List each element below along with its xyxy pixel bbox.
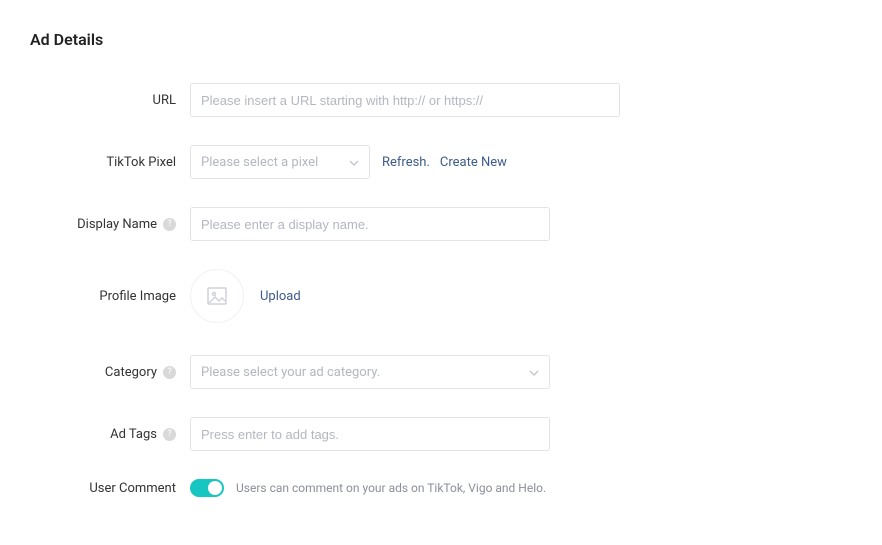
pixel-label: TikTok Pixel (30, 155, 190, 170)
user-comment-label: User Comment (30, 481, 190, 496)
ad-tags-row: Ad Tags ? (30, 417, 852, 451)
image-icon (205, 284, 229, 308)
display-name-label: Display Name (77, 217, 157, 232)
user-comment-row: User Comment Users can comment on your a… (30, 479, 852, 497)
profile-image-row: Profile Image Upload (30, 269, 852, 323)
refresh-link[interactable]: Refresh. (382, 155, 430, 170)
chevron-down-icon (529, 367, 539, 377)
ad-tags-label: Ad Tags (110, 427, 157, 442)
url-label: URL (30, 93, 190, 108)
ad-tags-input[interactable] (190, 417, 550, 451)
toggle-knob (208, 481, 222, 495)
chevron-down-icon (349, 157, 359, 167)
pixel-select[interactable]: Please select a pixel (190, 145, 370, 179)
url-row: URL (30, 83, 852, 117)
category-placeholder: Please select your ad category. (201, 365, 380, 380)
help-icon: ? (163, 428, 176, 441)
category-label: Category (105, 365, 157, 380)
category-select[interactable]: Please select your ad category. (190, 355, 550, 389)
category-row: Category ? Please select your ad categor… (30, 355, 852, 389)
user-comment-description: Users can comment on your ads on TikTok,… (236, 481, 546, 495)
upload-link[interactable]: Upload (260, 289, 301, 304)
pixel-placeholder: Please select a pixel (201, 155, 318, 170)
profile-image-label: Profile Image (30, 289, 190, 304)
profile-image-placeholder (190, 269, 244, 323)
pixel-row: TikTok Pixel Please select a pixel Refre… (30, 145, 852, 179)
display-name-input[interactable] (190, 207, 550, 241)
user-comment-toggle[interactable] (190, 479, 224, 497)
page-title: Ad Details (30, 30, 852, 49)
help-icon: ? (163, 366, 176, 379)
create-new-link[interactable]: Create New (440, 155, 507, 170)
display-name-row: Display Name ? (30, 207, 852, 241)
help-icon: ? (163, 218, 176, 231)
url-input[interactable] (190, 83, 620, 117)
